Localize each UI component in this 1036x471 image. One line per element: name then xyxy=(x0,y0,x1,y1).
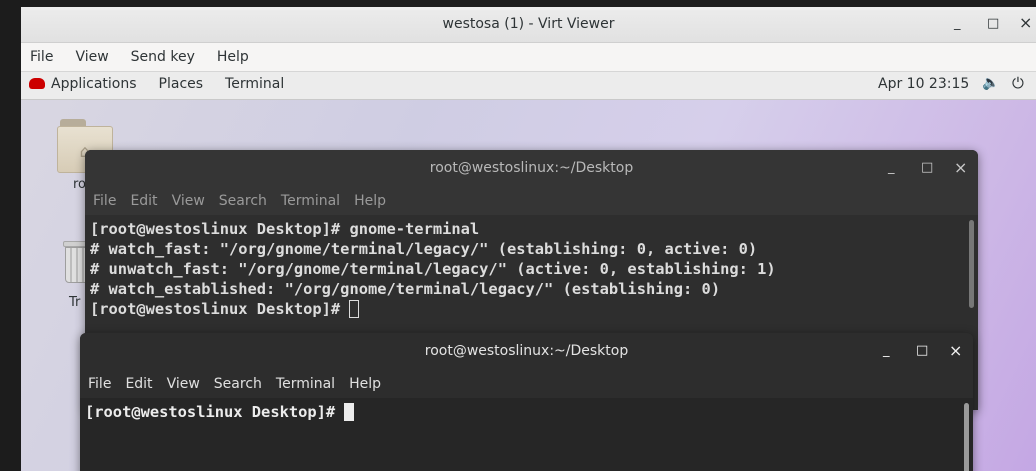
terminal-menu-view[interactable]: View xyxy=(167,376,200,392)
terminal-menu-view[interactable]: View xyxy=(172,193,205,209)
terminal-scrollbar[interactable] xyxy=(964,403,969,471)
terminal-menu-search[interactable]: Search xyxy=(214,376,262,392)
terminal-menu-file[interactable]: File xyxy=(88,376,111,392)
terminal-maximize-button[interactable]: □ xyxy=(916,343,928,358)
terminal-menubar: File Edit View Search Terminal Help xyxy=(85,187,978,215)
minimize-button[interactable]: _ xyxy=(954,16,961,31)
terminal-menu-edit[interactable]: Edit xyxy=(130,193,157,209)
redhat-logo-icon xyxy=(29,78,45,89)
menu-help[interactable]: Help xyxy=(216,49,250,65)
menu-file[interactable]: File xyxy=(29,49,54,65)
places-menu[interactable]: Places xyxy=(159,76,204,92)
terminal-maximize-button[interactable]: □ xyxy=(921,160,933,175)
terminal-titlebar[interactable]: root@westoslinux:~/Desktop _ □ × xyxy=(85,150,978,187)
terminal-menu-edit[interactable]: Edit xyxy=(125,376,152,392)
terminal-title: root@westoslinux:~/Desktop xyxy=(429,160,634,176)
terminal-titlebar[interactable]: root@westoslinux:~/Desktop _ □ × xyxy=(80,333,973,370)
clock[interactable]: Apr 10 23:15 xyxy=(878,76,969,92)
terminal-minimize-button[interactable]: _ xyxy=(883,343,890,358)
terminal-close-button[interactable]: × xyxy=(949,341,962,360)
virt-viewer-window: westosa (1) - Virt Viewer _ □ × File Vie… xyxy=(21,7,1036,471)
terminal-window-front[interactable]: root@westoslinux:~/Desktop _ □ × File Ed… xyxy=(80,333,973,471)
terminal-line: # unwatch_fast: "/org/gnome/terminal/leg… xyxy=(90,260,776,278)
maximize-button[interactable]: □ xyxy=(987,16,999,31)
guest-desktop: Applications Places Terminal Apr 10 23:1… xyxy=(21,72,1036,471)
terminal-prompt-line: [root@westoslinux Desktop]# xyxy=(90,299,973,319)
terminal-menu-terminal[interactable]: Terminal xyxy=(276,376,335,392)
terminal-title: root@westoslinux:~/Desktop xyxy=(424,343,629,359)
terminal-app-menu[interactable]: Terminal xyxy=(225,76,284,92)
terminal-minimize-button[interactable]: _ xyxy=(888,160,895,175)
terminal-menu-terminal[interactable]: Terminal xyxy=(281,193,340,209)
terminal-scrollbar[interactable] xyxy=(969,220,974,308)
terminal-line: # watch_fast: "/org/gnome/terminal/legac… xyxy=(90,240,758,258)
terminal-close-button[interactable]: × xyxy=(954,158,967,177)
window-title: westosa (1) - Virt Viewer xyxy=(442,16,615,32)
power-icon[interactable]: ⏻ xyxy=(1012,74,1024,92)
terminal-menu-help[interactable]: Help xyxy=(354,193,386,209)
terminal-line: [root@westoslinux Desktop]# gnome-termin… xyxy=(90,220,480,238)
gnome-top-bar: Applications Places Terminal Apr 10 23:1… xyxy=(21,72,1036,100)
terminal-menu-help[interactable]: Help xyxy=(349,376,381,392)
terminal-menubar: File Edit View Search Terminal Help xyxy=(80,370,973,398)
virt-viewer-titlebar[interactable]: westosa (1) - Virt Viewer _ □ × xyxy=(21,7,1036,43)
applications-menu[interactable]: Applications xyxy=(29,76,137,92)
close-button[interactable]: × xyxy=(1019,13,1032,32)
terminal-line: # watch_established: "/org/gnome/termina… xyxy=(90,280,721,298)
terminal-menu-file[interactable]: File xyxy=(93,193,116,209)
virt-viewer-menubar: File View Send key Help xyxy=(21,43,1036,72)
terminal-menu-search[interactable]: Search xyxy=(219,193,267,209)
menu-view[interactable]: View xyxy=(74,49,109,65)
terminal-cursor xyxy=(349,300,360,318)
terminal-prompt-line: [root@westoslinux Desktop]# xyxy=(85,402,968,422)
terminal-cursor xyxy=(344,403,355,421)
menu-send-key[interactable]: Send key xyxy=(130,49,196,65)
volume-icon[interactable]: 🔈 xyxy=(982,75,999,91)
trash-label: Tr xyxy=(69,295,81,310)
terminal-output[interactable]: [root@westoslinux Desktop]# xyxy=(80,398,973,471)
